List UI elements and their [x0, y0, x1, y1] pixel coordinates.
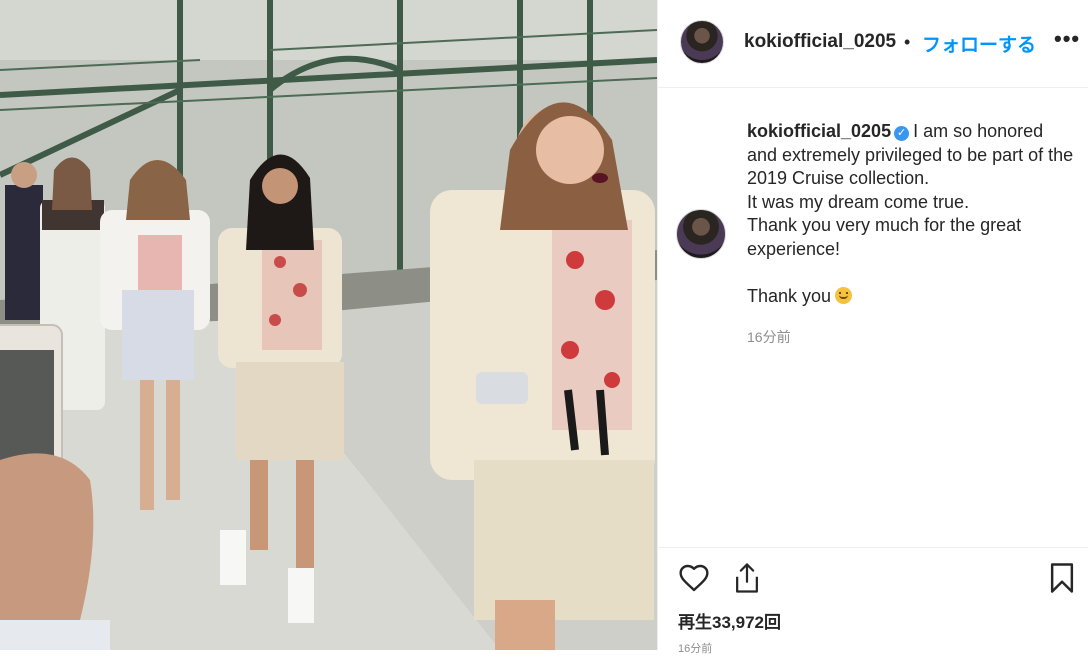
caption-username[interactable]: kokiofficial_0205 [747, 121, 891, 141]
header-username[interactable]: kokiofficial_0205 [744, 31, 896, 53]
profile-avatar[interactable] [680, 20, 724, 64]
heart-outline-icon[interactable] [678, 562, 710, 594]
caption-avatar[interactable] [676, 209, 726, 259]
bookmark-outline-icon[interactable] [1048, 562, 1076, 594]
post-header: kokiofficial_0205 • フォローする ••• [658, 0, 1088, 88]
post-time: 16分前 [678, 643, 713, 655]
view-count[interactable]: 再生33,972回 [678, 608, 781, 633]
caption-line-2: It was my dream come true. [747, 191, 970, 212]
action-bar: 再生33,972回 16分前 [658, 547, 1088, 655]
verified-badge-icon: ✓ [894, 126, 910, 141]
runway-scene [0, 0, 657, 650]
caption-line-5: Thank you [747, 285, 832, 306]
header-separator: • [904, 32, 911, 52]
post-caption: kokiofficial_0205 ✓ I am so honored and ex… [747, 120, 1077, 308]
post-media-video[interactable] [0, 0, 657, 650]
follow-button[interactable]: フォローする [922, 30, 1036, 57]
smiling-face-emoji-icon [835, 286, 853, 304]
caption-blank-line [747, 261, 1077, 285]
share-upload-icon[interactable] [732, 562, 762, 594]
caption-timestamp: 16分前 [747, 329, 791, 345]
caption-line-3: Thank you very much for the great experi… [747, 215, 1022, 259]
more-options-icon[interactable]: ••• [1054, 26, 1080, 52]
